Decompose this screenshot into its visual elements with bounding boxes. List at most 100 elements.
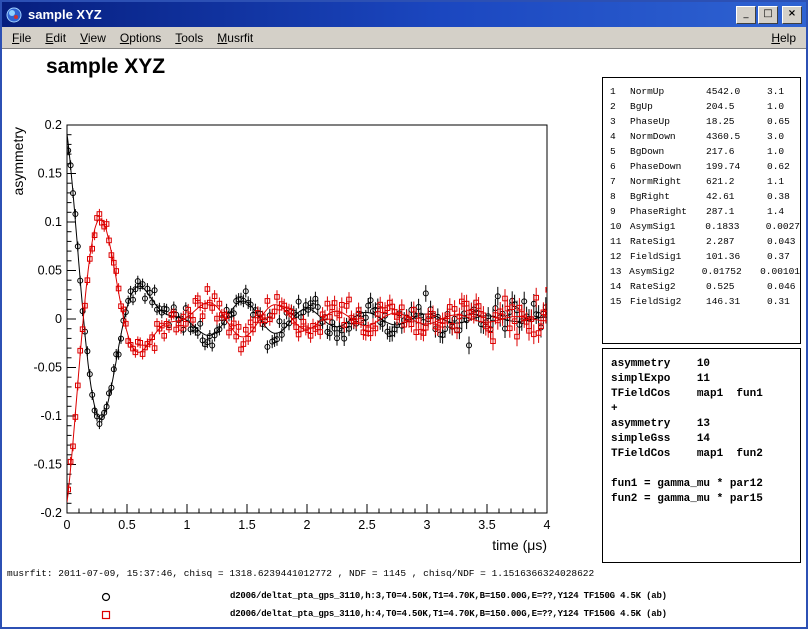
param-name: PhaseDown (630, 159, 706, 174)
y-tick-label: -0.1 (40, 409, 62, 423)
y-axis-title: asymmetry (10, 127, 26, 195)
menu-group-right: Help (764, 29, 803, 47)
menu-item-help[interactable]: Help (764, 29, 803, 47)
param-err: 0.62 (767, 159, 790, 174)
param-name: NormDown (630, 129, 706, 144)
parameter-row: 11RateSig12.2870.043 (610, 234, 800, 249)
parameter-row: 13AsymSig20.017520.00101 (610, 264, 800, 279)
param-no: 10 (610, 219, 630, 234)
param-err: 1.1 (767, 174, 784, 189)
theory-line: asymmetry 10 (611, 357, 800, 372)
menubar: FileEditViewOptionsToolsMusrfit Help (2, 27, 806, 49)
param-name: AsymSig1 (630, 219, 705, 234)
y-tick-label: 0 (55, 312, 62, 326)
param-err: 1.4 (767, 204, 784, 219)
x-tick-label: 3 (424, 518, 431, 532)
param-no: 13 (610, 264, 629, 279)
parameter-table: 1NormUp4542.03.12BgUp204.51.03PhaseUp18.… (602, 77, 801, 344)
param-name: NormRight (630, 174, 706, 189)
param-no: 5 (610, 144, 630, 159)
param-no: 3 (610, 114, 630, 129)
parameter-row: 2BgUp204.51.0 (610, 99, 800, 114)
param-name: PhaseUp (630, 114, 706, 129)
x-tick-label: 3.5 (478, 518, 495, 532)
parameter-row: 3PhaseUp18.250.65 (610, 114, 800, 129)
asymmetry-plot[interactable]: 00.511.522.533.54-0.2-0.15-0.1-0.0500.05… (8, 107, 556, 559)
parameter-row: 5BgDown217.61.0 (610, 144, 800, 159)
titlebar[interactable]: sample XYZ _ □ × (2, 2, 806, 27)
param-no: 12 (610, 249, 630, 264)
param-no: 1 (610, 84, 630, 99)
x-tick-label: 0.5 (118, 518, 135, 532)
menu-item-tools[interactable]: Tools (168, 29, 210, 47)
app-icon[interactable] (6, 7, 22, 23)
theory-line: asymmetry 13 (611, 417, 800, 432)
param-val: 204.5 (706, 99, 767, 114)
plot-title: sample XYZ (46, 55, 165, 79)
x-axis-title: time (μs) (492, 537, 547, 553)
param-err: 0.31 (767, 294, 790, 309)
param-err: 0.38 (767, 189, 790, 204)
param-name: RateSig1 (630, 234, 706, 249)
x-tick-label: 0 (64, 518, 71, 532)
param-val: 2.287 (706, 234, 767, 249)
fit-stats-line: musrfit: 2011-07-09, 15:37:46, chisq = 1… (7, 568, 594, 579)
param-no: 7 (610, 174, 630, 189)
menu-item-options[interactable]: Options (113, 29, 168, 47)
param-no: 14 (610, 279, 630, 294)
param-name: FieldSig1 (630, 249, 706, 264)
menu-group-left: FileEditViewOptionsToolsMusrfit (5, 29, 260, 47)
theory-line-h3 (67, 134, 547, 418)
y-tick-label: 0.15 (38, 167, 62, 181)
x-tick-label: 4 (544, 518, 551, 532)
param-val: 199.74 (706, 159, 767, 174)
theory-line: simplExpo 11 (611, 372, 800, 387)
param-err: 0.046 (767, 279, 796, 294)
menu-item-view[interactable]: View (73, 29, 113, 47)
menu-item-file[interactable]: File (5, 29, 38, 47)
plot-frame (67, 125, 547, 513)
parameter-row: 9PhaseRight287.11.4 (610, 204, 800, 219)
legend-label: d2006/deltat_pta_gps_3110,h:3,T0=4.50K,T… (230, 591, 667, 601)
x-tick-label: 1.5 (238, 518, 255, 532)
maximize-button[interactable]: □ (758, 6, 778, 24)
theory-line: fun1 = gamma_mu * par12 (611, 477, 800, 492)
parameter-row: 6PhaseDown199.740.62 (610, 159, 800, 174)
theory-box: asymmetry 10simplExpo 11TFieldCos map1 f… (602, 348, 801, 563)
close-button[interactable]: × (782, 6, 802, 24)
parameter-row: 15FieldSig2146.310.31 (610, 294, 800, 309)
window-title: sample XYZ (28, 7, 734, 22)
parameter-row: 7NormRight621.21.1 (610, 174, 800, 189)
parameter-row: 1NormUp4542.03.1 (610, 84, 800, 99)
param-name: BgUp (630, 99, 706, 114)
x-tick-label: 2.5 (358, 518, 375, 532)
y-tick-label: -0.2 (40, 506, 62, 520)
param-val: 146.31 (706, 294, 767, 309)
param-name: BgRight (630, 189, 706, 204)
menu-item-edit[interactable]: Edit (38, 29, 73, 47)
param-val: 18.25 (706, 114, 767, 129)
param-err: 1.0 (767, 99, 784, 114)
menu-item-musrfit[interactable]: Musrfit (210, 29, 260, 47)
param-val: 101.36 (706, 249, 767, 264)
parameter-row: 12FieldSig1101.360.37 (610, 249, 800, 264)
param-no: 2 (610, 99, 630, 114)
param-val: 0.1833 (705, 219, 766, 234)
param-err: 0.65 (767, 114, 790, 129)
param-name: FieldSig2 (630, 294, 706, 309)
param-err: 3.1 (767, 84, 784, 99)
param-val: 0.01752 (702, 264, 760, 279)
minimize-button[interactable]: _ (736, 6, 756, 24)
y-tick-label: -0.05 (34, 361, 63, 375)
param-val: 42.61 (706, 189, 767, 204)
data-points-h3 (66, 146, 551, 430)
param-err: 1.0 (767, 144, 784, 159)
y-tick-label: 0.1 (45, 215, 62, 229)
parameter-row: 8BgRight42.610.38 (610, 189, 800, 204)
param-name: BgDown (630, 144, 706, 159)
legend-circle-marker-icon (100, 591, 112, 603)
app-window: sample XYZ _ □ × FileEditViewOptionsTool… (0, 0, 808, 629)
legend-row: d2006/deltat_pta_gps_3110,h:4,T0=4.50K,T… (2, 607, 806, 624)
plot-area[interactable]: 00.511.522.533.54-0.2-0.15-0.1-0.0500.05… (8, 107, 556, 559)
parameter-row: 4NormDown4360.53.0 (610, 129, 800, 144)
